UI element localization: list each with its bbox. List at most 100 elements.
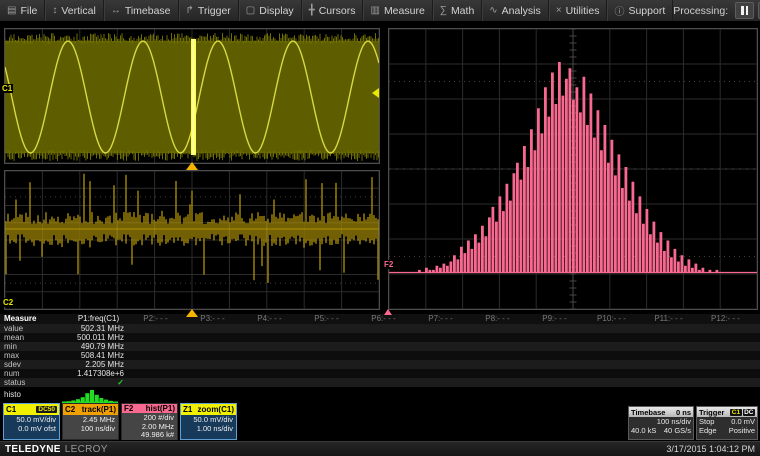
histo-thumbnail bbox=[62, 389, 118, 403]
menu-analysis[interactable]: ∿ Analysis bbox=[482, 0, 549, 21]
timebase-rate: 40 GS/s bbox=[664, 427, 691, 436]
timebase-icon: ↔ bbox=[111, 5, 121, 16]
f2-trace-label: F2 bbox=[383, 260, 394, 269]
menu-trigger[interactable]: ↱ Trigger bbox=[179, 0, 239, 21]
descriptor-c2-header: C2 track(P1) bbox=[63, 404, 118, 415]
menu-analysis-label: Analysis bbox=[502, 5, 541, 17]
pause-button[interactable] bbox=[735, 2, 754, 19]
menu-math[interactable]: ∑Math bbox=[433, 0, 482, 21]
measure-col-p8[interactable]: P8:- - - bbox=[469, 314, 526, 324]
c1-offset: 0.0 mV ofst bbox=[4, 425, 56, 434]
c1-coupling-badge: DC50 bbox=[36, 406, 57, 413]
status-bar: TELEDYNE LECROY 3/17/2015 1:04:12 PM bbox=[0, 441, 760, 456]
vertical-icon: ↕ bbox=[52, 5, 57, 16]
measure-row-value: value502.31 MHz bbox=[0, 324, 760, 333]
processing-label: Processing: bbox=[673, 5, 728, 17]
timebase-title: Timebase bbox=[631, 408, 665, 417]
measure-col-p5[interactable]: P5:- - - bbox=[298, 314, 355, 324]
support-icon: ⓘ bbox=[614, 3, 624, 18]
z1-title: zoom(C1) bbox=[198, 405, 234, 414]
c2-id: C2 bbox=[65, 405, 75, 414]
c2-title: track(P1) bbox=[82, 405, 116, 414]
waveform-panel-track[interactable] bbox=[4, 170, 380, 310]
measure-col-p11[interactable]: P11:- - - bbox=[640, 314, 697, 324]
trigger-source-badge: C1 bbox=[730, 409, 741, 416]
menu-timebase[interactable]: ↔Timebase bbox=[104, 0, 179, 21]
menu-vertical-label: Vertical bbox=[61, 5, 95, 17]
analysis-icon: ∿ bbox=[489, 5, 497, 16]
measure-row-status: status✓ bbox=[0, 378, 760, 387]
cursors-icon: ╋ bbox=[309, 5, 315, 16]
menu-vertical[interactable]: ↕ Vertical bbox=[45, 0, 103, 21]
zoom-position-marker[interactable] bbox=[186, 162, 198, 170]
brand-teledyne: TELEDYNE bbox=[5, 444, 61, 455]
waveform-panel-c1[interactable] bbox=[4, 28, 380, 164]
trigger-title: Trigger bbox=[699, 408, 724, 417]
measure-col-p6[interactable]: P6:- - - bbox=[355, 314, 412, 324]
pause-icon bbox=[741, 6, 744, 15]
measure-col-p7[interactable]: P7:- - - bbox=[412, 314, 469, 324]
utilities-icon: × bbox=[556, 5, 562, 16]
menu-utilities[interactable]: × Utilities bbox=[549, 0, 608, 21]
descriptor-c1[interactable]: C1 DC50 50.0 mV/div 0.0 mV ofst bbox=[3, 403, 60, 440]
trigger-header: Trigger C1 DC bbox=[697, 407, 757, 417]
c1-trace-label: C1 bbox=[1, 84, 13, 93]
trigger-icon: ↱ bbox=[186, 5, 194, 16]
c2-trace-label: C2 bbox=[2, 298, 14, 307]
z1-tdiv: 1.00 ns/div bbox=[181, 425, 233, 434]
f2-id: F2 bbox=[124, 404, 133, 413]
f2-population: 49.986 k# bbox=[122, 431, 174, 440]
menu-measure-label: Measure bbox=[384, 5, 425, 17]
menu-math-label: Math bbox=[451, 5, 474, 17]
measure-col-p10[interactable]: P10:- - - bbox=[583, 314, 640, 324]
measure-title: Measure bbox=[4, 314, 70, 324]
menu-cursors[interactable]: ╋ Cursors bbox=[302, 0, 364, 21]
measure-col-p12[interactable]: P12:- - - bbox=[697, 314, 754, 324]
histo-label: histo bbox=[4, 390, 21, 399]
datetime: 3/17/2015 1:04:12 PM bbox=[666, 444, 755, 454]
descriptor-f2[interactable]: F2 hist(P1) 200 #/div 2.00 MHz 49.986 k# bbox=[121, 403, 178, 440]
z1-id: Z1 bbox=[183, 405, 192, 414]
measure-col-p2[interactable]: P2:- - - bbox=[127, 314, 184, 324]
histogram-panel[interactable] bbox=[388, 28, 758, 310]
menu-trigger-label: Trigger bbox=[198, 5, 231, 17]
trigger-position-marker[interactable] bbox=[186, 309, 198, 317]
f2-histogram bbox=[389, 29, 757, 309]
measure-row-min: min490.79 MHz bbox=[0, 342, 760, 351]
descriptor-c2[interactable]: C2 track(P1) 2.45 MHz 100 ns/div bbox=[62, 403, 119, 440]
timebase-box[interactable]: Timebase 0 ns 100 ns/div 40.0 kS40 GS/s bbox=[628, 406, 694, 440]
descriptor-z1-header: Z1 zoom(C1) bbox=[181, 404, 236, 415]
measure-header-row: Measure P1:freq(C1) P2:- - - P3:- - - P4… bbox=[0, 314, 760, 324]
c1-id: C1 bbox=[6, 405, 16, 414]
menu-support[interactable]: ⓘ Support bbox=[607, 0, 673, 21]
descriptor-z1[interactable]: Z1 zoom(C1) 50.0 mV/div 1.00 ns/div bbox=[180, 403, 237, 440]
trigger-box[interactable]: Trigger C1 DC Stop0.0 mV EdgePositive bbox=[696, 406, 758, 440]
trigger-slope: Positive bbox=[729, 427, 755, 436]
oscilloscope-screen: ▤File ↕Vertical ↔Timebase ↱Trigger ▢Disp… bbox=[0, 0, 760, 456]
measure-col-p9[interactable]: P9:- - - bbox=[526, 314, 583, 324]
trigger-level-arrow[interactable] bbox=[372, 88, 379, 98]
measure-icon: ▥ bbox=[370, 5, 379, 16]
measure-col-p4[interactable]: P4:- - - bbox=[241, 314, 298, 324]
timebase-header: Timebase 0 ns bbox=[629, 407, 693, 417]
histogram-position-marker[interactable] bbox=[384, 309, 392, 315]
menu-bar: ▤File ↕ Vertical ↔Timebase ↱ Trigger ▢Disp… bbox=[0, 0, 760, 22]
menu-file[interactable]: ▤File bbox=[0, 0, 45, 21]
menu-display-label: Display bbox=[259, 5, 293, 17]
menu-display[interactable]: ▢Display bbox=[239, 0, 302, 21]
menu-cursors-label: Cursors bbox=[319, 5, 356, 17]
measure-col-p1[interactable]: P1:freq(C1) bbox=[70, 314, 127, 324]
menu-support-label: Support bbox=[628, 5, 665, 17]
timebase-samples: 40.0 kS bbox=[631, 427, 656, 436]
measure-table: Measure P1:freq(C1) P2:- - - P3:- - - P4… bbox=[0, 314, 760, 387]
menu-utilities-label: Utilities bbox=[566, 5, 600, 17]
measure-row-max: max508.41 MHz bbox=[0, 351, 760, 360]
trigger-coupling-badge: DC bbox=[743, 409, 755, 416]
menu-measure[interactable]: ▥ Measure bbox=[363, 0, 432, 21]
measure-row-sdev: sdev2.205 MHz bbox=[0, 360, 760, 369]
measure-row-num: num1.417308e+6 bbox=[0, 369, 760, 378]
status-check-icon: ✓ bbox=[70, 378, 124, 387]
timebase-offset: 0 ns bbox=[676, 408, 691, 417]
brand-lecroy: LECROY bbox=[65, 444, 108, 455]
file-icon: ▤ bbox=[7, 5, 16, 16]
